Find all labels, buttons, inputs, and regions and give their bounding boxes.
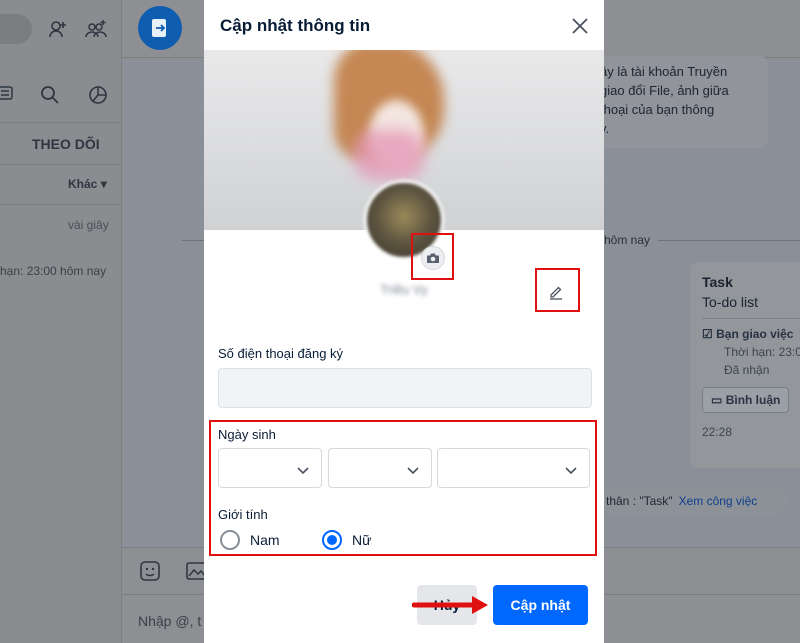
change-avatar-button[interactable]	[421, 246, 445, 270]
add-group-icon[interactable]	[84, 17, 108, 41]
phone-input[interactable]	[218, 368, 592, 408]
pencil-icon	[548, 284, 564, 300]
task-item-label: Bạn giao việc	[716, 327, 794, 341]
update-button[interactable]: Cập nhật	[493, 585, 588, 625]
gender-option-label: Nữ	[352, 532, 372, 548]
gender-option-label: Nam	[250, 532, 280, 548]
phone-label: Số điện thoại đăng ký	[218, 346, 344, 361]
tab-theo-doi[interactable]: THEO DÕI	[32, 136, 100, 152]
dialog-title: Cập nhật thông tin	[220, 16, 371, 35]
comment-button[interactable]: ▭ Bình luận	[702, 387, 790, 413]
birthday-label: Ngày sinh	[218, 427, 276, 442]
search-icon[interactable]	[38, 83, 62, 107]
gender-label: Giới tính	[218, 507, 268, 522]
message-line: ây là tài khoản Truyền	[600, 64, 728, 79]
gender-radio-female[interactable]: Nữ	[322, 528, 371, 552]
chat-avatar[interactable]	[138, 6, 182, 50]
checkbox-icon: ☑	[702, 327, 713, 341]
message-placeholder: Nhập @, t	[138, 613, 202, 629]
conversation-deadline: hạn: 23:00 hôm nay	[0, 264, 107, 278]
task-card[interactable]: Task To-do list ☑ Bạn giao việc Thời hạn…	[690, 262, 800, 468]
message-line: y.	[600, 121, 610, 136]
filter-dropdown[interactable]: Khác ▾	[68, 177, 107, 191]
chevron-down-icon	[297, 462, 309, 480]
display-name: Triều Vy	[380, 282, 428, 297]
task-footer: thân : "Task" Xem công việc	[596, 488, 786, 514]
gender-radio-male[interactable]: Nam	[220, 528, 280, 552]
close-icon[interactable]	[568, 14, 592, 38]
chart-icon[interactable]	[86, 83, 110, 107]
task-item[interactable]: ☑ Bạn giao việc	[702, 327, 798, 341]
chevron-down-icon	[565, 462, 577, 480]
filter-label: Khác	[68, 177, 98, 191]
comment-icon: ▭	[711, 393, 723, 407]
task-deadline: Thời hạn: 23:0	[724, 345, 800, 359]
birthday-day-select[interactable]	[218, 448, 322, 488]
task-status: Đã nhận	[724, 363, 770, 377]
message-line: thoại của bạn thông	[600, 102, 715, 117]
menu-icon[interactable]	[0, 82, 18, 106]
dialog-header: Cập nhật thông tin	[204, 0, 604, 50]
date-divider: hôm nay	[596, 231, 659, 249]
add-friend-icon[interactable]	[46, 17, 70, 41]
sticker-icon[interactable]	[138, 559, 162, 583]
birthday-month-select[interactable]	[328, 448, 432, 488]
radio-circle-selected	[322, 530, 342, 550]
view-task-link[interactable]: Xem công việc	[679, 494, 758, 508]
task-subtitle: To-do list	[702, 294, 759, 310]
message-line: giao đổi File, ảnh giữa	[600, 83, 729, 98]
chevron-down-icon	[407, 462, 419, 480]
comment-label: Bình luận	[725, 393, 781, 407]
task-time: 22:28	[702, 425, 733, 439]
search-box[interactable]	[0, 14, 32, 44]
chevron-down-icon: ▾	[100, 177, 107, 191]
red-arrow-icon	[412, 596, 488, 614]
radio-circle	[220, 530, 240, 550]
camera-icon	[426, 252, 440, 264]
update-info-dialog: Cập nhật thông tin Triều Vy Số điện thoạ…	[204, 0, 604, 643]
birthday-year-select[interactable]	[437, 448, 590, 488]
conversation-sidebar: THEO DÕI Khác ▾ vài giây hạn: 23:00 hôm …	[0, 0, 122, 643]
message-bubble: ây là tài khoản Truyền giao đổi File, ản…	[580, 56, 768, 148]
task-footer-text: thân : "Task"	[606, 494, 673, 508]
edit-name-button[interactable]	[544, 280, 568, 304]
conversation-time: vài giây	[68, 218, 109, 232]
task-title: Task	[702, 274, 733, 290]
